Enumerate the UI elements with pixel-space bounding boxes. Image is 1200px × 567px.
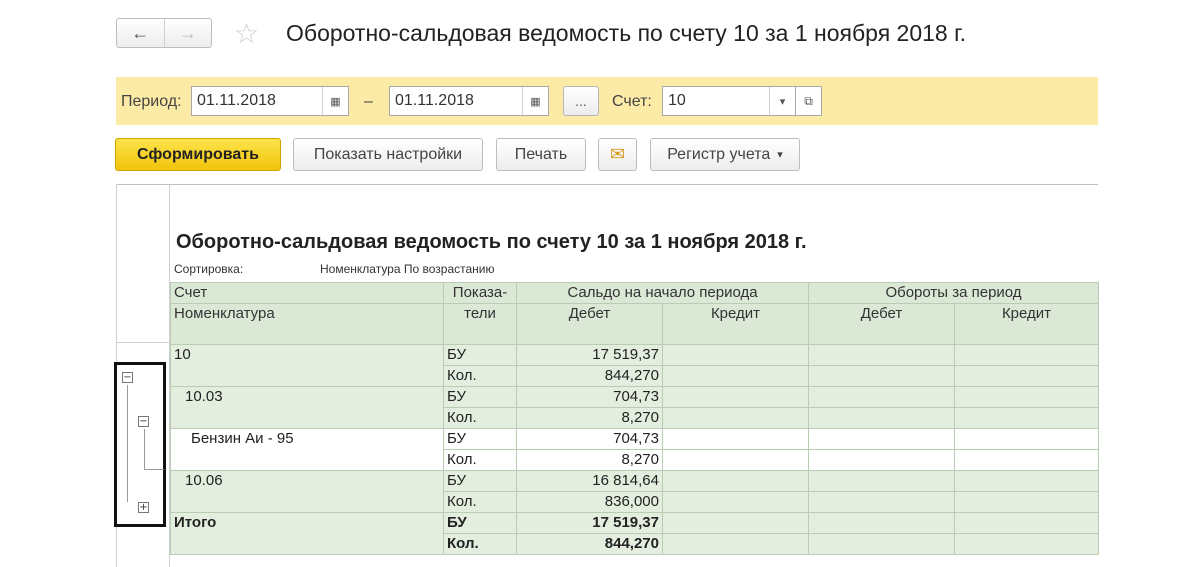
outline-connector: [144, 469, 164, 470]
date-from-value: 01.11.2018: [197, 92, 276, 109]
period-dash: –: [364, 93, 373, 110]
page-title: Оборотно-сальдовая ведомость по счету 10…: [286, 20, 967, 46]
table-row[interactable]: Бензин Аи - 95 БУ 704,73: [170, 428, 1099, 471]
table-row[interactable]: 10.06 БУ 16 814,64: [170, 470, 1099, 513]
row-name: Бензин Аи - 95: [170, 428, 444, 471]
email-icon[interactable]: ✉: [598, 138, 637, 171]
print-button[interactable]: Печать: [496, 138, 586, 171]
header-opening-balance: Сальдо на начало периода: [516, 282, 809, 304]
row-indicator: Кол.: [443, 533, 517, 555]
outline-connector: [144, 429, 145, 469]
show-settings-button[interactable]: Показать настройки: [293, 138, 483, 171]
back-icon[interactable]: ←: [117, 19, 164, 47]
row-debit: 8,270: [516, 407, 663, 429]
generate-button[interactable]: Сформировать: [115, 138, 281, 171]
favorite-star-icon[interactable]: ☆: [234, 19, 259, 49]
collapse-toggle-icon[interactable]: −: [122, 372, 133, 383]
header-indicators: Показа-: [443, 282, 517, 304]
date-to-field[interactable]: 01.11.2018 ▦: [389, 86, 549, 116]
expand-toggle-icon[interactable]: +: [138, 502, 149, 513]
table-row[interactable]: 10 БУ 17 519,37: [170, 344, 1099, 387]
header-debit: Дебет: [516, 303, 663, 345]
row-debit: 17 519,37: [516, 512, 663, 534]
calendar-icon[interactable]: ▦: [322, 87, 348, 115]
row-debit: 704,73: [516, 386, 663, 408]
account-field[interactable]: 10 ▾: [662, 86, 796, 116]
table-row[interactable]: 10.03 БУ 704,73: [170, 386, 1099, 429]
forward-icon[interactable]: →: [163, 19, 212, 47]
date-from-field[interactable]: 01.11.2018 ▦: [191, 86, 349, 116]
row-indicator: БУ: [443, 344, 517, 366]
header-debit: Дебет: [808, 303, 955, 345]
row-indicator: БУ: [443, 428, 517, 450]
header-turnover: Обороты за период: [808, 282, 1099, 304]
period-label: Период:: [121, 93, 182, 110]
row-debit: 844,270: [516, 365, 663, 387]
navigation-buttons: ← →: [116, 18, 212, 48]
row-debit: 836,000: [516, 491, 663, 513]
header-indicators-cont: тели: [443, 303, 517, 345]
row-indicator: Кол.: [443, 407, 517, 429]
row-debit: 17 519,37: [516, 344, 663, 366]
register-label: Регистр учета: [667, 145, 771, 163]
chevron-down-icon: ▾: [777, 149, 783, 161]
header-credit: Кредит: [662, 303, 809, 345]
row-turnover-debit: [808, 344, 955, 366]
report-border: [116, 184, 1098, 185]
period-select-button[interactable]: ...: [563, 86, 599, 116]
row-indicator: БУ: [443, 470, 517, 492]
row-name: 10.03: [170, 386, 444, 429]
row-indicator: БУ: [443, 386, 517, 408]
total-row[interactable]: Итого БУ 17 519,37: [170, 512, 1099, 555]
table-header-row: Номенклатура тели Дебет Кредит Дебет Кре…: [170, 303, 1099, 345]
register-button[interactable]: Регистр учета ▾: [650, 138, 800, 171]
open-icon[interactable]: ⧉: [796, 86, 822, 116]
row-indicator: БУ: [443, 512, 517, 534]
row-debit: 8,270: [516, 449, 663, 471]
header-account: Счет: [170, 282, 444, 304]
row-indicator: Кол.: [443, 449, 517, 471]
row-name: 10.06: [170, 470, 444, 513]
report-table: Счет Показа- Сальдо на начало периода Об…: [170, 282, 1099, 555]
outline-connector: [127, 385, 128, 502]
row-debit: 844,270: [516, 533, 663, 555]
account-value: 10: [668, 92, 686, 109]
row-name: 10: [170, 344, 444, 387]
row-credit: [662, 344, 809, 366]
chevron-down-icon[interactable]: ▾: [769, 87, 795, 115]
table-header-row: Счет Показа- Сальдо на начало периода Об…: [170, 282, 1099, 304]
total-label: Итого: [170, 512, 444, 555]
header-nomenclature: Номенклатура: [170, 303, 444, 345]
collapse-toggle-icon[interactable]: −: [138, 416, 149, 427]
header-credit: Кредит: [954, 303, 1099, 345]
outline-gutter-line: [116, 342, 170, 343]
row-indicator: Кол.: [443, 491, 517, 513]
calendar-icon[interactable]: ▦: [522, 87, 548, 115]
report-title: Оборотно-сальдовая ведомость по счету 10…: [176, 231, 807, 253]
row-debit: 16 814,64: [516, 470, 663, 492]
sort-label: Сортировка:: [174, 262, 244, 276]
row-indicator: Кол.: [443, 365, 517, 387]
sort-value: Номенклатура По возрастанию: [320, 262, 495, 276]
row-turnover-credit: [954, 344, 1099, 366]
row-debit: 704,73: [516, 428, 663, 450]
account-label: Счет:: [612, 93, 652, 110]
date-to-value: 01.11.2018: [395, 92, 474, 109]
